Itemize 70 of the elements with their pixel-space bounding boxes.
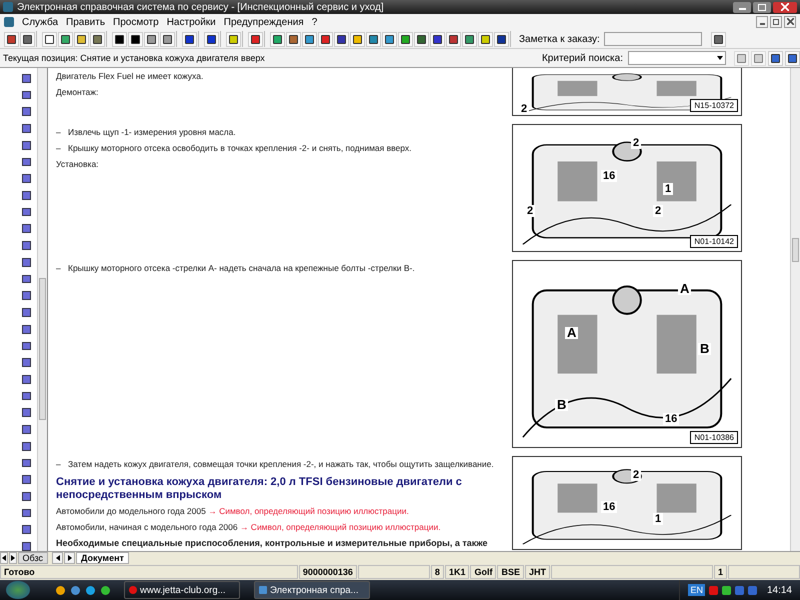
start-button[interactable] xyxy=(6,581,30,599)
minimize-button[interactable] xyxy=(733,2,751,12)
restore-button[interactable] xyxy=(770,16,782,28)
close-button[interactable] xyxy=(773,2,797,12)
instruction-step: – Затем надеть кожух двигателя, совмещая точки крепления -2-, и нажать так, чтобы ощутить защелкивание. xyxy=(56,459,504,470)
status-text: Готово xyxy=(0,565,298,579)
scrollbar[interactable] xyxy=(790,68,800,551)
search-label: Критерий поиска: xyxy=(542,52,623,64)
callout-label: 2 xyxy=(631,137,642,149)
link[interactable]: → Символ, определяющий позицию иллюстрации. xyxy=(208,506,409,516)
menu-item[interactable]: Править xyxy=(66,16,106,28)
paragraph: Автомобили до модельного года 2005 → Символ, определяющий позицию иллюстрации. xyxy=(56,506,410,517)
instruction-step: – Извлечь щуп -1- измерения уровня масла. xyxy=(56,127,504,138)
menu-item[interactable]: Служба xyxy=(22,16,58,28)
callout-label: 1 xyxy=(653,513,664,525)
search-dropdown[interactable] xyxy=(628,51,726,65)
scroll-left-button[interactable] xyxy=(0,552,8,564)
scroll-left-button[interactable] xyxy=(52,552,63,564)
menu-item[interactable]: ? xyxy=(312,16,318,28)
status-field: BSE xyxy=(497,565,524,579)
tab[interactable]: Обзс xyxy=(18,552,48,564)
callout-label: 2 xyxy=(519,103,530,115)
instruction-step: – Крышку моторного отсека -стрелки А- надеть сначала на крепежные болты -стрелки В-. xyxy=(56,263,504,274)
status-field: JHT xyxy=(524,565,550,579)
close-button[interactable] xyxy=(784,16,796,28)
callout-label: B xyxy=(555,399,568,411)
order-note-label: Заметка к заказу: xyxy=(519,34,600,44)
maximize-button[interactable] xyxy=(753,2,771,12)
minimize-button[interactable] xyxy=(756,16,768,28)
callout-label: B xyxy=(698,343,712,355)
callout-label: 1 xyxy=(663,183,674,195)
paragraph: Установка: xyxy=(56,159,100,170)
figure-code: N01-10386 xyxy=(690,431,738,444)
taskbar-button[interactable]: www.jetta-club.org... xyxy=(124,581,240,599)
language-indicator[interactable]: EN xyxy=(688,584,705,596)
order-number: 9000000136 xyxy=(298,565,357,579)
status-field: Golf xyxy=(470,565,496,579)
section-heading: Снятие и установка кожуха двигателя: 2,0 л TFSI бензиновые двигатели с непосредственным впрыском xyxy=(56,476,463,502)
callout-label: 2 xyxy=(653,205,664,217)
status-field: 1K1 xyxy=(444,565,470,579)
menu-item[interactable]: Просмотр xyxy=(113,16,159,28)
callout-label: A xyxy=(678,283,692,295)
callout-label: 2 xyxy=(525,205,536,217)
callout-label: 16 xyxy=(601,170,618,182)
current-position: Текущая позиция: Снятие и установка кожуха двигателя вверх xyxy=(3,53,266,63)
window-title: Электронная справочная система по сервису - [Инспекционный сервис и уход] xyxy=(17,2,385,12)
clock: 14:14 xyxy=(766,584,792,596)
paragraph: Двигатель Flex Fuel не имеет кожуха. xyxy=(56,71,204,82)
tab[interactable]: Документ xyxy=(76,552,129,564)
callout-label: 16 xyxy=(601,501,618,513)
status-field: 8 xyxy=(430,565,444,579)
menu-item[interactable]: Настройки xyxy=(166,16,216,28)
status-panel xyxy=(728,565,800,579)
figure-code: N01-10142 xyxy=(690,235,738,248)
order-note-field[interactable] xyxy=(604,32,702,46)
scrollbar[interactable] xyxy=(37,68,47,551)
status-field: 1 xyxy=(714,565,727,579)
scroll-right-button[interactable] xyxy=(64,552,75,564)
paragraph: Необходимые специальные приспособления, контрольные и измерительные приборы, а также xyxy=(56,538,489,549)
instruction-step: – Крышку моторного отсека освободить в точках крепления -2- и снять, поднимая вверх. xyxy=(56,143,504,154)
menu-item[interactable]: Предупреждения xyxy=(224,16,304,28)
link[interactable]: → Символ, определяющий позицию иллюстрации. xyxy=(240,522,441,532)
callout-label: 16 xyxy=(663,413,680,425)
paragraph: Демонтаж: xyxy=(56,87,100,98)
taskbar-button[interactable]: Электронная спра... xyxy=(254,581,370,599)
scroll-right-button[interactable] xyxy=(8,552,16,564)
callout-label: A xyxy=(565,327,578,339)
figure-code: N15-10372 xyxy=(690,99,738,112)
callout-label: 2 xyxy=(631,469,642,481)
paragraph: Автомобили, начиная с модельного года 2006 → Символ, определяющий позицию иллюстрации. xyxy=(56,522,442,533)
